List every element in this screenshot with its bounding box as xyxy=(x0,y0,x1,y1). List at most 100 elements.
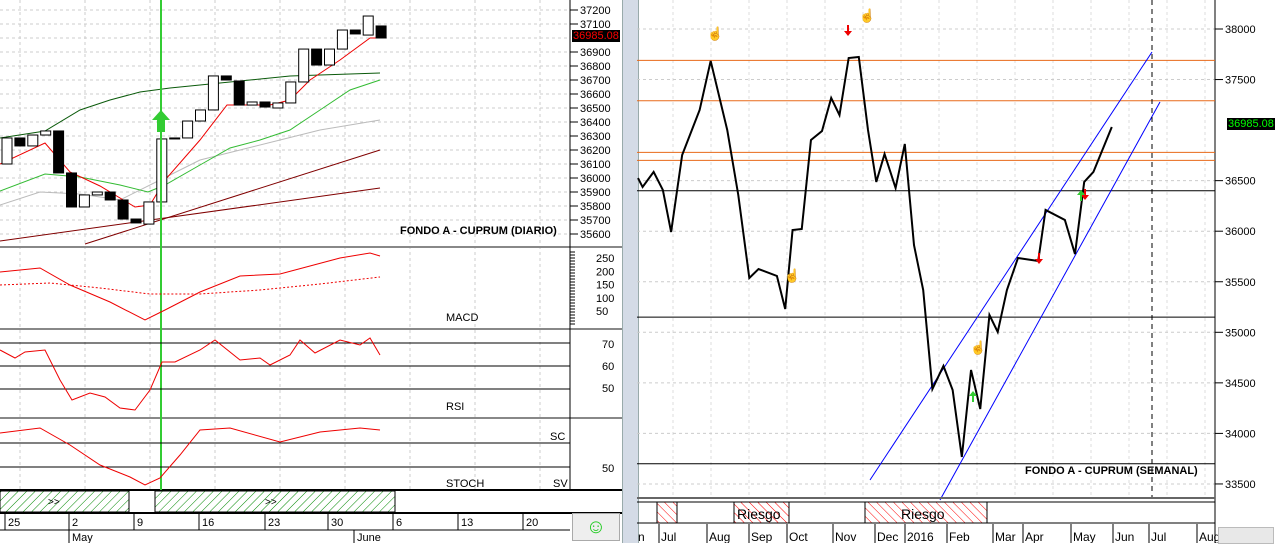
month-label: Sep xyxy=(751,530,773,543)
price-tick-label: 36400 xyxy=(580,117,611,129)
stoch-sv-label: SV xyxy=(553,478,568,490)
candlestick xyxy=(272,102,284,109)
day-label: 16 xyxy=(202,517,214,529)
price-tick-label: 36000 xyxy=(580,173,611,185)
price-line xyxy=(637,55,1113,458)
candlestick xyxy=(336,29,348,50)
hand-signal-icon: ☝ xyxy=(707,25,723,42)
down-arrow-icon xyxy=(844,25,852,36)
month-label: Mar xyxy=(995,530,1016,543)
weekly-last-price: 36985.08 xyxy=(1227,118,1275,130)
risk-label: Riesgo xyxy=(901,506,945,522)
macd-tick: 100 xyxy=(596,293,614,305)
trend-line-lower xyxy=(0,187,381,242)
price-tick-label: 35500 xyxy=(1225,277,1256,289)
candlestick xyxy=(324,48,335,66)
month-label: May xyxy=(1073,530,1096,543)
price-tick-label: 36000 xyxy=(1225,226,1256,238)
price-tick-label: 34000 xyxy=(1225,428,1256,440)
candlestick xyxy=(220,75,232,81)
trend-line-lower-2 xyxy=(84,149,381,245)
macd-line xyxy=(0,252,381,321)
risk-label: Riesgo xyxy=(737,506,781,522)
risk-band xyxy=(656,501,678,524)
month-label: Jul xyxy=(661,530,676,543)
candlestick xyxy=(195,109,206,122)
price-tick-label: 36900 xyxy=(580,47,611,59)
price-tick-label: 35700 xyxy=(580,215,611,227)
stoch-tick: 50 xyxy=(602,463,614,475)
price-tick-label: 36200 xyxy=(580,145,611,157)
price-tick-label: 36500 xyxy=(1225,176,1256,188)
channel-line-lower xyxy=(939,101,1161,501)
macd-signal-line xyxy=(0,276,381,295)
macd-tick: 50 xyxy=(596,306,608,318)
daily-last-price: 36985.08 xyxy=(572,30,620,42)
rsi-label: RSI xyxy=(446,401,464,413)
candlestick xyxy=(233,80,245,106)
candlestick xyxy=(66,172,77,208)
day-label: 13 xyxy=(461,517,473,529)
candlestick xyxy=(40,130,52,136)
day-label: 30 xyxy=(331,517,343,529)
candlestick xyxy=(375,25,387,39)
price-tick-label: 35000 xyxy=(1225,327,1256,339)
macd-tick: 250 xyxy=(596,253,614,265)
month-label: 2016 xyxy=(907,530,934,543)
hand-signal-icon: ☝ xyxy=(859,7,875,24)
candlestick xyxy=(311,48,323,66)
candlestick xyxy=(130,218,142,224)
price-tick-label: 36100 xyxy=(580,159,611,171)
price-tick-label: 36500 xyxy=(580,103,611,115)
rsi-tick: 50 xyxy=(602,383,614,395)
daily-chart[interactable]: 3720037100369003680036700366003650036400… xyxy=(0,0,622,543)
macd-tick: 200 xyxy=(596,266,614,278)
month-label: Jul xyxy=(1151,530,1166,543)
trend-band xyxy=(0,490,130,513)
price-tick-label: 37200 xyxy=(580,5,611,17)
month-label: Oct xyxy=(789,530,808,543)
price-tick-label: 36600 xyxy=(580,89,611,101)
day-label: 6 xyxy=(396,517,402,529)
month-label: Nov xyxy=(835,530,856,543)
stoch-label: STOCH xyxy=(446,478,484,490)
day-label: 23 xyxy=(268,517,280,529)
price-tick-label: 34500 xyxy=(1225,378,1256,390)
price-tick-label: 36700 xyxy=(580,75,611,87)
price-tick-label: 33500 xyxy=(1225,479,1256,491)
candlestick xyxy=(143,201,155,225)
price-tick-label: 38000 xyxy=(1225,24,1256,36)
candlestick xyxy=(285,81,297,104)
candlestick xyxy=(27,134,39,147)
month-label: Aug xyxy=(709,530,730,543)
candlestick xyxy=(78,194,90,208)
day-label: 9 xyxy=(137,517,143,529)
day-label: 20 xyxy=(526,517,538,529)
candlestick xyxy=(362,15,374,36)
day-label: 2 xyxy=(72,517,78,529)
hand-signal-icon: ☝ xyxy=(784,267,800,284)
month-label: June xyxy=(357,532,381,543)
band-marker: >> xyxy=(48,497,60,508)
candlestick xyxy=(1,137,13,165)
candlestick xyxy=(104,191,116,201)
weekly-chart[interactable]: 38000 37500 36500 36000 35500 35000 34500 34000… xyxy=(637,0,1275,543)
price-tick-label: 35900 xyxy=(580,187,611,199)
candlestick xyxy=(298,48,310,83)
rsi-tick: 60 xyxy=(602,361,614,373)
candlestick xyxy=(349,29,361,35)
stoch-sc-label: SC xyxy=(550,431,565,443)
candlestick xyxy=(14,137,26,147)
candlestick xyxy=(91,191,103,196)
macd-label: MACD xyxy=(446,312,478,324)
smiley-status-icon[interactable]: ☺ xyxy=(572,513,620,541)
hand-signal-icon: ☝ xyxy=(970,339,986,356)
month-label: May xyxy=(72,532,93,543)
day-label: 25 xyxy=(8,517,20,529)
down-arrow-icon xyxy=(1035,253,1043,264)
candlestick xyxy=(117,199,129,220)
rsi-line xyxy=(0,337,381,411)
rsi-tick: 70 xyxy=(602,339,614,351)
macd-tick: 150 xyxy=(596,280,614,292)
month-label: Feb xyxy=(949,530,970,543)
